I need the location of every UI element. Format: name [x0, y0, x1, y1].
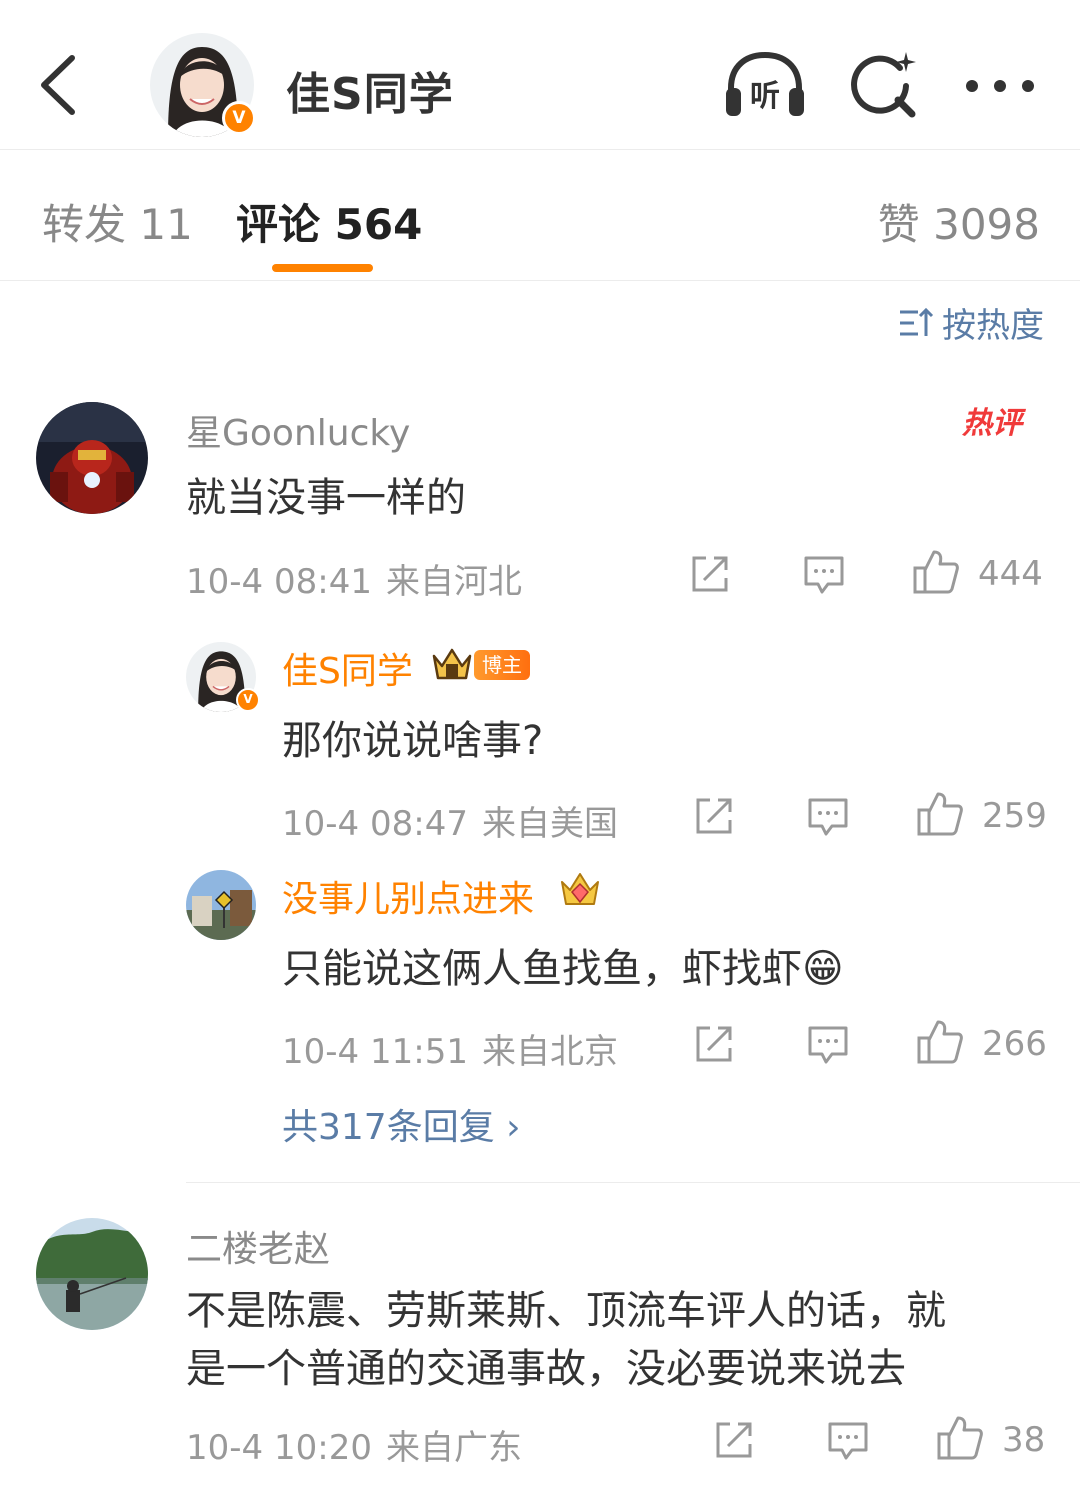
back-button[interactable] — [34, 52, 90, 118]
comment-icon — [828, 1422, 868, 1460]
comment-divider — [186, 1182, 1080, 1183]
reply-author-name[interactable]: 没事儿别点进来 — [282, 870, 534, 922]
reply-button[interactable] — [802, 552, 846, 596]
repost-button[interactable] — [712, 1418, 756, 1462]
verified-badge: V — [222, 101, 256, 135]
reply-text: 只能说这俩人鱼找鱼，虾找虾😁 — [282, 946, 844, 992]
author-avatar[interactable]: V — [150, 33, 256, 137]
like-count: 259 — [982, 796, 1047, 836]
thumbs-up-icon — [913, 550, 959, 594]
reply-button[interactable] — [806, 794, 850, 838]
share-icon — [696, 1026, 732, 1062]
reply-location: 来自北京 — [481, 1032, 618, 1072]
reply-avatar[interactable]: V — [186, 642, 260, 712]
svg-text:听: 听 — [750, 79, 780, 114]
grin-emoji: 😁 — [802, 946, 844, 992]
reply-avatar[interactable] — [186, 870, 256, 940]
tab-like[interactable]: 赞 3098 — [878, 191, 1040, 252]
active-tab-indicator — [272, 264, 373, 272]
comment-location: 来自广东 — [385, 1428, 522, 1468]
back-icon — [41, 55, 75, 115]
more-icon — [966, 80, 1034, 92]
like-count: 266 — [982, 1024, 1047, 1064]
diamond-crown-icon — [558, 868, 602, 914]
search-icon — [851, 52, 916, 118]
hot-comment-badge: 热评 — [962, 406, 1022, 441]
sort-label: 按热度 — [942, 306, 1044, 346]
comment-icon — [808, 1026, 848, 1064]
comment-icon — [808, 798, 848, 836]
thumbs-up-icon — [917, 1020, 963, 1064]
comment-time: 10-4 08:41 — [186, 562, 372, 602]
commenter-name[interactable]: 二楼老赵 — [186, 1220, 330, 1272]
commenter-avatar[interactable] — [36, 1218, 148, 1330]
sort-button[interactable]: 按热度 — [898, 298, 1044, 347]
author-name[interactable]: 佳S同学 — [286, 58, 454, 122]
crown-icon — [430, 646, 474, 686]
comment-meta: 10-4 08:41 来自河北 — [186, 554, 522, 603]
view-all-replies-link[interactable]: 共317条回复 › — [282, 1098, 521, 1150]
sort-icon — [900, 307, 934, 336]
verified-badge: V — [236, 688, 260, 712]
share-icon — [696, 798, 732, 834]
listen-icon: 听 — [726, 51, 804, 116]
share-icon — [716, 1422, 752, 1458]
tab-repost[interactable]: 转发 11 — [42, 191, 193, 252]
share-icon — [692, 556, 728, 592]
like-button[interactable] — [916, 790, 964, 838]
more-button[interactable] — [960, 66, 1040, 106]
reply-location: 来自美国 — [481, 804, 618, 844]
comment-text-line-1: 不是陈震、劳斯莱斯、顶流车评人的话，就 — [186, 1288, 946, 1334]
blogger-badge: 博主 — [474, 650, 530, 680]
reply-meta: 10-4 08:47 来自美国 — [282, 796, 618, 845]
comment-text-line-2: 是一个普通的交通事故，没必要说来说去 — [186, 1346, 906, 1392]
reply-button[interactable] — [806, 1022, 850, 1066]
top-bar: V 佳S同学 听 — [0, 0, 1080, 150]
comment-time: 10-4 10:20 — [186, 1428, 372, 1468]
reply-author-name[interactable]: 佳S同学 — [282, 642, 413, 694]
like-button[interactable] — [936, 1414, 984, 1462]
like-button[interactable] — [916, 1018, 964, 1066]
reply-time: 10-4 11:51 — [282, 1032, 468, 1072]
repost-button[interactable] — [692, 794, 736, 838]
like-count: 444 — [978, 554, 1043, 594]
reply-text: 那你说说啥事? — [282, 718, 544, 764]
tab-comment[interactable]: 评论 564 — [236, 191, 422, 252]
commenter-name[interactable]: 星Goonlucky — [186, 404, 410, 456]
repost-button[interactable] — [688, 552, 732, 596]
comment-meta: 10-4 10:20 来自广东 — [186, 1420, 522, 1469]
tab-bar: 转发 11 评论 564 赞 3098 — [0, 151, 1080, 281]
comment-text: 就当没事一样的 — [186, 475, 466, 521]
thumbs-up-icon — [937, 1416, 983, 1460]
search-button[interactable] — [848, 48, 920, 120]
comment-location: 来自河北 — [385, 562, 522, 602]
repost-button[interactable] — [692, 1022, 736, 1066]
listen-button[interactable]: 听 — [722, 50, 808, 120]
reply-time: 10-4 08:47 — [282, 804, 468, 844]
like-count: 38 — [1002, 1420, 1046, 1460]
comment-icon — [804, 556, 844, 594]
reply-meta: 10-4 11:51 来自北京 — [282, 1024, 618, 1073]
commenter-avatar[interactable] — [36, 402, 148, 514]
thumbs-up-icon — [917, 792, 963, 836]
reply-button[interactable] — [826, 1418, 870, 1462]
like-button[interactable] — [912, 548, 960, 596]
